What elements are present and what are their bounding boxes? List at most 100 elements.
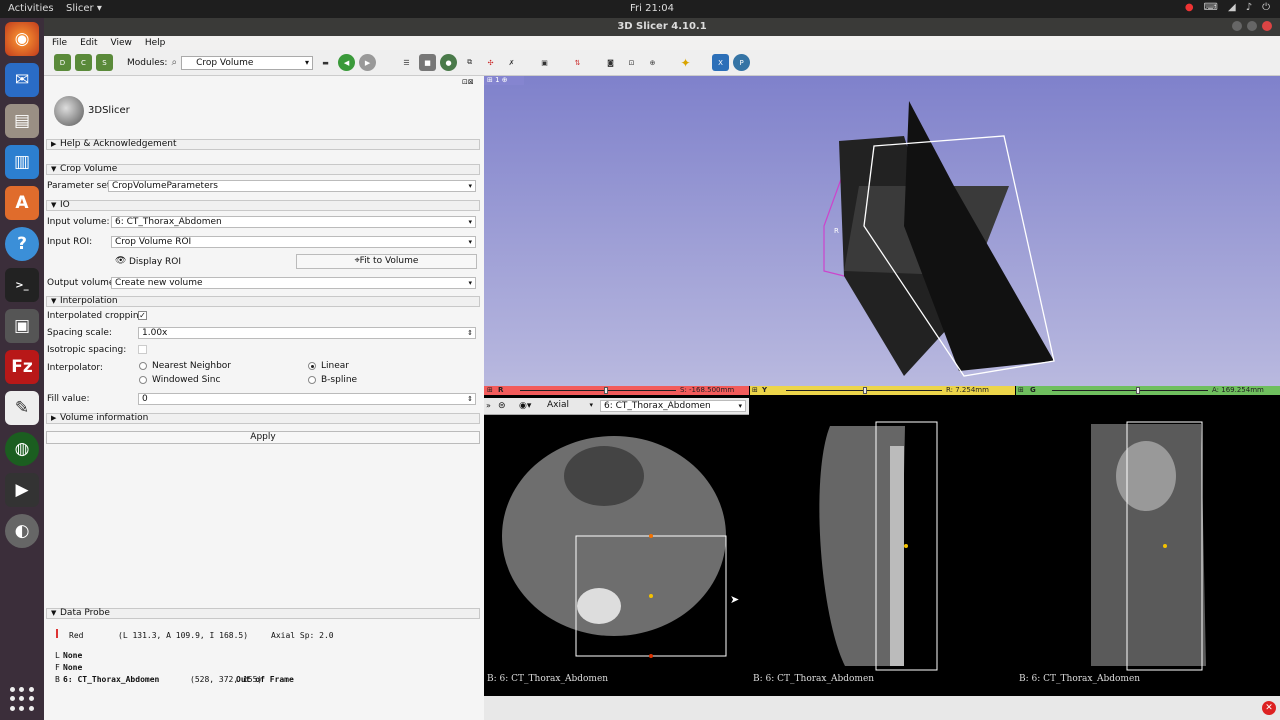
roi-label: R xyxy=(834,227,839,235)
close-icon[interactable] xyxy=(1262,21,1272,31)
system-tray[interactable]: ● ⌨ ◢ ♪ ⏻ xyxy=(1185,2,1270,13)
filezilla-icon[interactable]: Fz xyxy=(5,350,39,384)
back-arrow-icon[interactable]: ◀ xyxy=(338,54,356,71)
eye-icon[interactable]: 👁 xyxy=(115,256,126,266)
files-icon[interactable]: ▤ xyxy=(5,104,39,138)
display-roi-toggle[interactable]: Display ROI xyxy=(129,257,181,267)
network-icon[interactable]: ◢ xyxy=(1228,2,1236,13)
show-applications-icon[interactable] xyxy=(7,684,37,714)
maximize-icon[interactable] xyxy=(1247,21,1257,31)
windowed-sinc-radio[interactable] xyxy=(139,376,147,384)
python-icon[interactable]: P xyxy=(733,54,751,71)
green-slice-bar[interactable]: ⊞ G A: 169.254mm xyxy=(1016,386,1280,395)
3d-view[interactable]: ⊞ 1 ⊕ R xyxy=(484,76,1280,386)
interpolated-cropping-checkbox[interactable]: ✓ xyxy=(138,311,147,320)
models-icon[interactable]: ⧉ xyxy=(461,54,478,71)
app-menu[interactable]: Slicer ▾ xyxy=(66,3,102,14)
collapse-controls-icon[interactable]: » xyxy=(486,401,491,410)
disks-icon[interactable]: ▣ xyxy=(5,309,39,343)
input-roi-combo[interactable]: Crop Volume ROI xyxy=(111,236,476,248)
red-slice-slider[interactable] xyxy=(604,387,608,394)
b-spline-label[interactable]: B-spline xyxy=(321,375,357,385)
menu-help[interactable]: Help xyxy=(145,38,166,48)
green-slice-view[interactable]: ⊞ G A: 169.254mm B: 6: CT_Thorax_Abdomen xyxy=(1016,386,1280,696)
crop-volume-section[interactable]: ▼ Crop Volume xyxy=(46,164,480,175)
dicom-icon[interactable]: C xyxy=(75,54,92,71)
menu-view[interactable]: View xyxy=(111,38,132,48)
linear-radio[interactable] xyxy=(308,362,316,370)
output-volume-combo[interactable]: Create new volume xyxy=(111,277,476,289)
keyboard-icon[interactable]: ⌨ xyxy=(1204,2,1218,13)
parameter-set-combo[interactable]: CropVolumeParameters xyxy=(108,180,476,192)
data-probe-section[interactable]: ▼ Data Probe xyxy=(46,608,480,619)
yellow-slice-bar[interactable]: ⊞ Y R: 7.254mm xyxy=(750,386,1015,395)
menu-file[interactable]: File xyxy=(52,38,67,48)
layout-list-icon[interactable]: ☰ xyxy=(398,54,415,71)
menu-edit[interactable]: Edit xyxy=(80,38,97,48)
red-slice-bar[interactable]: ⊞ R S: -168.500mm xyxy=(484,386,749,395)
fit-to-volume-button[interactable]: ⌖Fit to Volume xyxy=(296,254,477,269)
spacing-scale-spinbox[interactable]: 1.00x xyxy=(138,327,476,339)
pin-icon[interactable]: ⊞ xyxy=(1018,386,1024,395)
isotropic-spacing-checkbox[interactable] xyxy=(138,345,147,354)
linear-label[interactable]: Linear xyxy=(321,361,349,371)
forward-arrow-icon[interactable]: ▶ xyxy=(359,54,377,71)
firefox-icon[interactable]: ◉ xyxy=(5,22,39,56)
save-icon[interactable]: S xyxy=(96,54,113,71)
video-editor-icon[interactable]: ▶ xyxy=(5,473,39,507)
red-slice-view[interactable]: ⊞ R S: -168.500mm » ⊜ ◉▾ Axial 6: CT_Tho… xyxy=(484,386,749,696)
volume-information-section[interactable]: ▶ Volume information xyxy=(46,413,480,424)
orientation-combo[interactable]: Axial xyxy=(544,400,596,412)
markups-icon[interactable]: ✣ xyxy=(482,54,499,71)
visibility-icon[interactable]: ◉▾ xyxy=(519,401,531,411)
clock[interactable]: Fri 21:04 xyxy=(622,3,682,14)
load-data-icon[interactable]: D xyxy=(54,54,71,71)
layout-icon[interactable]: ▣ xyxy=(536,54,553,71)
green-slice-slider[interactable] xyxy=(1136,387,1140,394)
terminal-icon[interactable]: >_ xyxy=(5,268,39,302)
slicer-icon[interactable]: ◐ xyxy=(5,514,39,548)
screenshot-icon[interactable]: ◙ xyxy=(602,54,619,71)
crosshair-view-icon[interactable]: ⊡ xyxy=(623,54,640,71)
cube-icon[interactable]: ■ xyxy=(419,54,437,71)
crosshair-icon[interactable]: ✦ xyxy=(677,54,694,71)
input-volume-combo[interactable]: 6: CT_Thorax_Abdomen xyxy=(111,216,476,228)
module-selector[interactable]: Crop Volume xyxy=(181,55,314,70)
link-icon[interactable]: ⊜ xyxy=(498,401,506,411)
sphere-icon[interactable]: ● xyxy=(440,54,458,71)
nearest-neighbor-label[interactable]: Nearest Neighbor xyxy=(152,361,231,371)
yellow-slice-view[interactable]: ⊞ Y R: 7.254mm B: 6: CT_Thorax_Abdomen xyxy=(750,386,1015,696)
module-search-icon[interactable]: ⌕ xyxy=(171,57,177,68)
mouse-mode-icon[interactable]: ⇅ xyxy=(569,54,586,71)
text-editor-icon[interactable]: ✎ xyxy=(5,391,39,425)
volume-icon[interactable]: ♪ xyxy=(1246,2,1252,13)
apply-button[interactable]: Apply xyxy=(46,431,480,444)
error-log-icon[interactable]: ✕ xyxy=(1262,701,1276,715)
windowed-sinc-label[interactable]: Windowed Sinc xyxy=(152,375,220,385)
interpolation-section[interactable]: ▼ Interpolation xyxy=(46,296,480,307)
nearest-neighbor-radio[interactable] xyxy=(139,362,147,370)
transform-icon[interactable]: ✗ xyxy=(503,54,520,71)
minimize-icon[interactable] xyxy=(1232,21,1242,31)
thunderbird-icon[interactable]: ✉ xyxy=(5,63,39,97)
writer-icon[interactable]: ▥ xyxy=(5,145,39,179)
globe-icon[interactable]: ◍ xyxy=(5,432,39,466)
zoom-icon[interactable]: ⊕ xyxy=(644,54,661,71)
power-icon[interactable]: ⏻ xyxy=(1262,2,1270,13)
io-section[interactable]: ▼ IO xyxy=(46,200,480,211)
extension-manager-icon[interactable]: X xyxy=(712,54,730,71)
activities-button[interactable]: Activities xyxy=(8,3,54,14)
red-volume-combo[interactable]: 6: CT_Thorax_Abdomen xyxy=(600,400,746,412)
software-icon[interactable]: A xyxy=(5,186,39,220)
b-spline-radio[interactable] xyxy=(308,376,316,384)
yellow-slice-slider[interactable] xyxy=(863,387,867,394)
record-icon[interactable]: ● xyxy=(1185,2,1194,13)
panel-undock-icon[interactable]: ⊡⊠ xyxy=(462,78,474,86)
help-icon[interactable]: ? xyxy=(5,227,39,261)
module-history-icon[interactable]: ▬ xyxy=(317,54,334,71)
pin-icon[interactable]: ⊞ xyxy=(752,386,758,395)
fill-value-spinbox[interactable]: 0 xyxy=(138,393,476,405)
help-section[interactable]: ▶ Help & Acknowledgement xyxy=(46,139,480,150)
pin-icon[interactable]: ⊞ xyxy=(487,386,493,395)
window-title-bar[interactable]: 3D Slicer 4.10.1 xyxy=(44,18,1280,36)
